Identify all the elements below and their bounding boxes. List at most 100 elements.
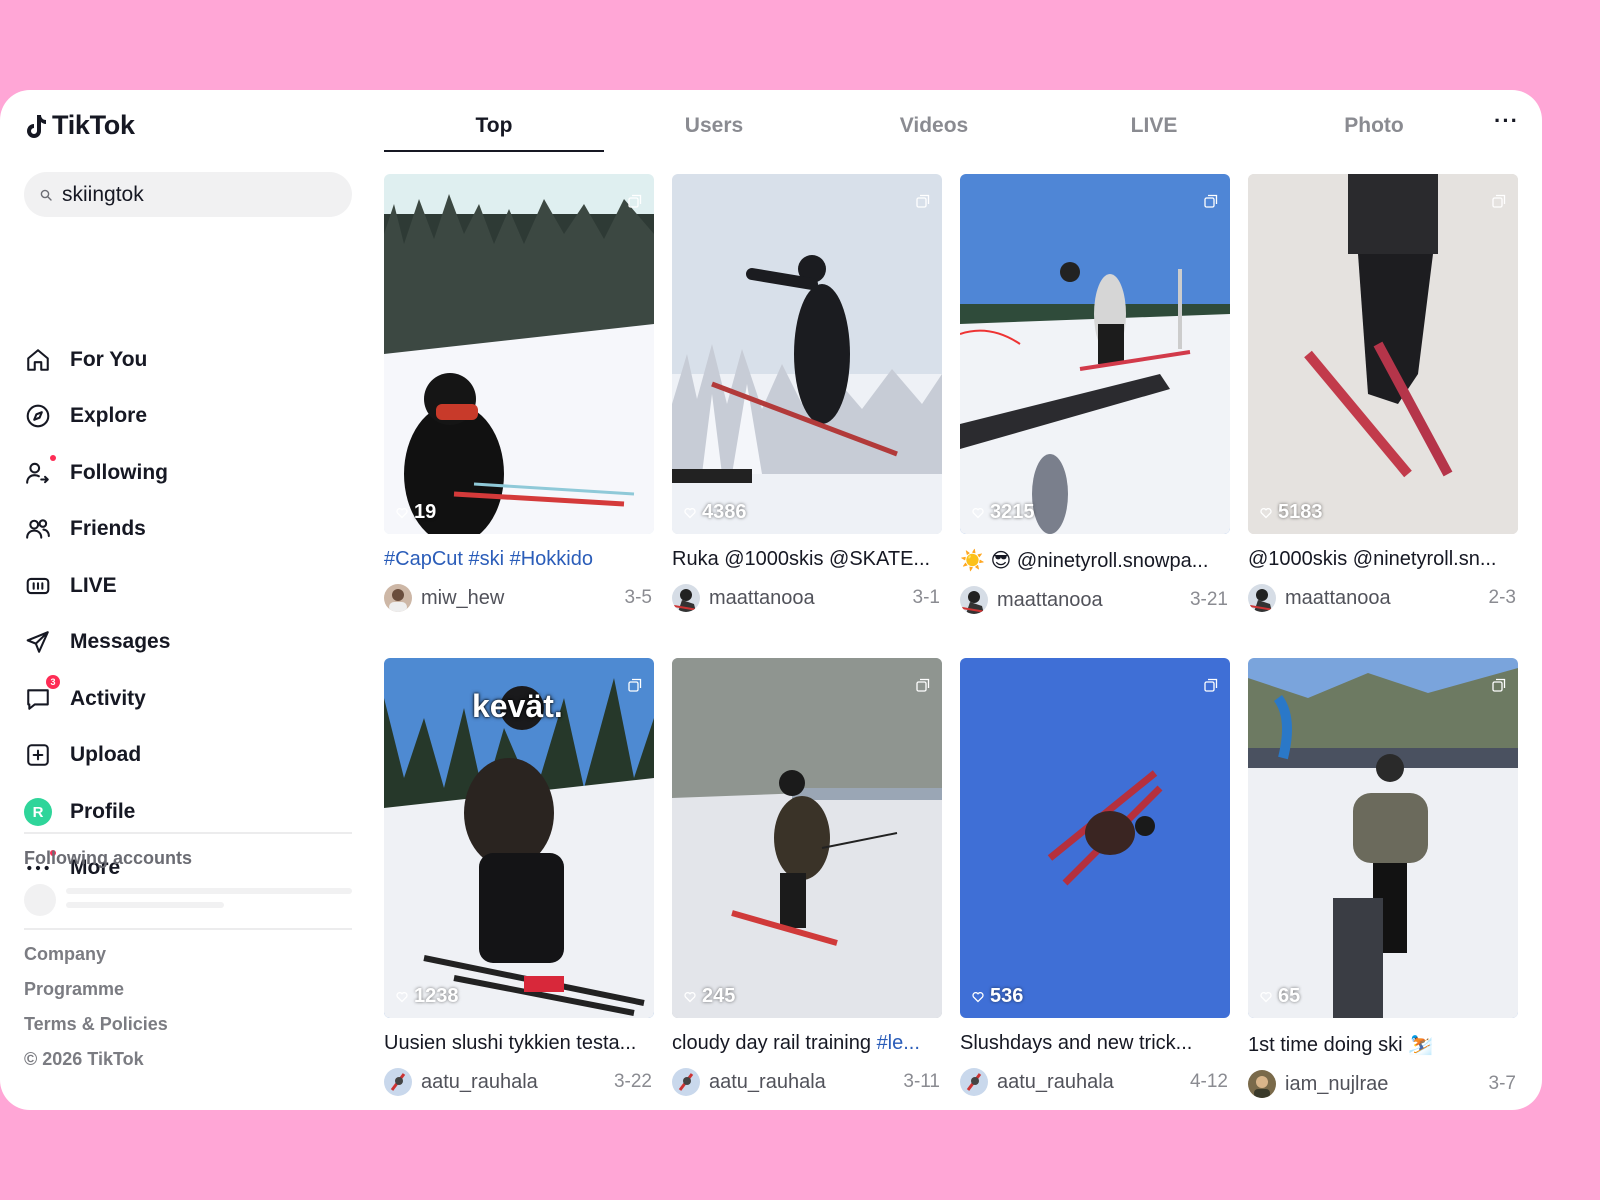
tab-users[interactable]: Users: [604, 114, 824, 138]
copyright: © 2026 TikTok: [24, 1049, 144, 1069]
sidebar-item-label: For You: [70, 348, 148, 371]
like-count: 245: [684, 985, 735, 1008]
sidebar-item-live[interactable]: LIVE: [24, 566, 344, 606]
author-avatar[interactable]: [384, 1068, 412, 1096]
activity-icon: 3: [24, 675, 60, 713]
sidebar-item-profile[interactable]: R Profile: [24, 792, 344, 832]
author-name[interactable]: maattanooa: [1285, 587, 1391, 610]
author-name[interactable]: aatu_rauhala: [709, 1071, 826, 1094]
multi-photo-icon: [628, 194, 642, 208]
tab-live[interactable]: LIVE: [1044, 114, 1264, 138]
author-name[interactable]: iam_nujlrae: [1285, 1073, 1388, 1096]
home-icon: [24, 346, 52, 374]
video-card[interactable]: 4386 Ruka @1000skis @SKATE... maattanooa…: [672, 174, 942, 613]
send-icon: [24, 628, 52, 656]
video-thumbnail[interactable]: 4386: [672, 174, 942, 534]
author-avatar[interactable]: [1248, 1070, 1276, 1098]
tabs-more-button[interactable]: ···: [1494, 108, 1519, 134]
sidebar-item-friends[interactable]: Friends: [24, 509, 344, 549]
video-caption[interactable]: cloudy day rail training #le...: [672, 1032, 942, 1055]
tab-photo[interactable]: Photo: [1264, 114, 1484, 138]
sidebar-item-upload[interactable]: Upload: [24, 735, 344, 775]
like-count: 5183: [1260, 501, 1323, 524]
sidebar-item-label: Activity: [70, 687, 146, 710]
tab-videos[interactable]: Videos: [824, 114, 1044, 138]
video-overlay-text: kevät.: [472, 688, 563, 724]
heart-icon: [396, 507, 408, 518]
video-card[interactable]: 5183 @1000skis @ninetyroll.sn... maattan…: [1248, 174, 1518, 613]
heart-icon: [972, 507, 984, 518]
author-name[interactable]: aatu_rauhala: [421, 1071, 538, 1094]
author-name[interactable]: aatu_rauhala: [997, 1071, 1114, 1094]
author-avatar[interactable]: [672, 584, 700, 612]
skeleton-avatar: [24, 884, 56, 916]
author-avatar[interactable]: [960, 1068, 988, 1096]
heart-icon: [684, 991, 696, 1002]
author-avatar[interactable]: [384, 584, 412, 612]
multi-photo-icon: [1492, 678, 1506, 692]
post-date: 3-7: [1488, 1073, 1516, 1094]
video-thumbnail[interactable]: 5183: [1248, 174, 1518, 534]
footer-link-company[interactable]: Company: [24, 944, 106, 965]
video-caption[interactable]: #CapCut #ski #Hokkido: [384, 548, 654, 571]
footer-link-programme[interactable]: Programme: [24, 979, 124, 1000]
sidebar-item-messages[interactable]: Messages: [24, 622, 344, 662]
video-thumbnail[interactable]: 245: [672, 658, 942, 1018]
video-caption[interactable]: Ruka @1000skis @SKATE...: [672, 548, 942, 571]
tab-top[interactable]: Top: [384, 114, 604, 138]
search-input[interactable]: [62, 182, 322, 207]
heart-icon: [1260, 507, 1272, 518]
post-date: 3-5: [624, 587, 652, 608]
sidebar-item-label: Upload: [70, 743, 142, 766]
multi-photo-icon: [628, 678, 642, 692]
video-thumbnail[interactable]: 65: [1248, 658, 1518, 1018]
post-date: 2-3: [1488, 587, 1516, 608]
like-count: 19: [396, 501, 436, 524]
multi-photo-icon: [1492, 194, 1506, 208]
multi-photo-icon: [1204, 194, 1218, 208]
avatar: R: [24, 798, 52, 826]
author-name[interactable]: maattanooa: [997, 589, 1103, 612]
video-thumbnail[interactable]: kevät. 1238: [384, 658, 654, 1018]
author-name[interactable]: maattanooa: [709, 587, 815, 610]
video-caption[interactable]: @1000skis @ninetyroll.sn...: [1248, 548, 1518, 571]
video-card[interactable]: 65 1st time doing ski ⛷️ iam_nujlrae 3-7: [1248, 658, 1518, 1099]
sidebar-item-for-you[interactable]: For You: [24, 340, 344, 380]
like-count: 65: [1260, 985, 1300, 1008]
multi-photo-icon: [916, 678, 930, 692]
video-meta: iam_nujlrae 3-7: [1248, 1069, 1518, 1099]
heart-icon: [684, 507, 696, 518]
video-thumbnail[interactable]: 3215: [960, 174, 1230, 534]
sidebar-item-label: Explore: [70, 404, 148, 427]
search-bar[interactable]: [24, 172, 352, 217]
video-card[interactable]: 19 #CapCut #ski #Hokkido miw_hew 3-5: [384, 174, 654, 613]
author-avatar[interactable]: [1248, 584, 1276, 612]
author-avatar[interactable]: [672, 1068, 700, 1096]
video-card[interactable]: 3215 ☀️ 😎 @ninetyroll.snowpa... maattano…: [960, 174, 1230, 615]
post-date: 3-22: [613, 1071, 652, 1092]
tiktok-logo[interactable]: TikTok: [26, 110, 135, 141]
sidebar-item-activity[interactable]: 3 Activity: [24, 675, 344, 719]
video-card[interactable]: kevät. 1238 Uusien slushi tykkien testa.…: [384, 658, 654, 1097]
video-meta: aatu_rauhala 3-11: [672, 1067, 942, 1097]
video-thumbnail[interactable]: 19: [384, 174, 654, 534]
video-meta: maattanooa 3-21: [960, 585, 1230, 615]
compass-icon: [24, 402, 52, 430]
author-name[interactable]: miw_hew: [421, 587, 504, 610]
post-date: 4-12: [1189, 1071, 1228, 1092]
video-caption[interactable]: ☀️ 😎 @ninetyroll.snowpa...: [960, 548, 1230, 573]
app-window: TikTok For You Explore Following Fri: [0, 90, 1542, 1110]
footer-link-terms[interactable]: Terms & Policies: [24, 1014, 168, 1035]
search-tabs: Top Users Videos LIVE Photo ···: [384, 90, 1524, 154]
video-caption[interactable]: Slushdays and new trick...: [960, 1032, 1230, 1055]
video-caption[interactable]: Uusien slushi tykkien testa...: [384, 1032, 654, 1055]
sidebar-item-following[interactable]: Following: [24, 453, 344, 493]
author-avatar[interactable]: [960, 586, 988, 614]
video-card[interactable]: 536 Slushdays and new trick... aatu_rauh…: [960, 658, 1230, 1097]
live-icon: [24, 572, 52, 600]
sidebar-item-explore[interactable]: Explore: [24, 396, 344, 436]
video-thumbnail[interactable]: 536: [960, 658, 1230, 1018]
video-caption[interactable]: 1st time doing ski ⛷️: [1248, 1032, 1518, 1057]
following-accounts-title: Following accounts: [24, 848, 193, 868]
video-card[interactable]: 245 cloudy day rail training #le... aatu…: [672, 658, 942, 1097]
